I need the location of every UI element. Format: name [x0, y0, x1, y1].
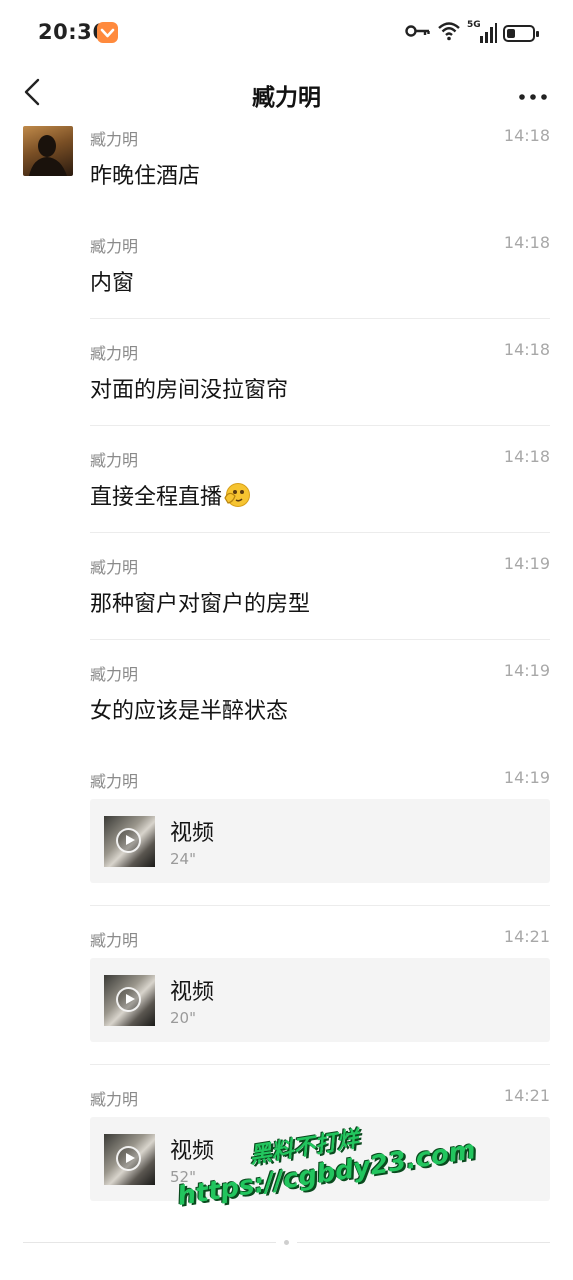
video-thumbnail — [104, 1134, 155, 1185]
message-time: 14:18 — [503, 340, 550, 359]
battery-icon — [503, 24, 539, 42]
status-bar: 20:36 5G — [0, 0, 573, 66]
message-list[interactable]: 臧力明 14:18 昨晚住酒店 臧力明 14:18 内窗 臧力明 14:18 对… — [0, 124, 573, 1280]
bottom-divider — [297, 1242, 550, 1243]
message-sender: 臧力明 — [90, 665, 139, 684]
message-sender: 臧力明 — [90, 931, 139, 950]
message-text: 那种窗户对窗户的房型 — [90, 592, 311, 617]
video-duration: 52" — [170, 1168, 196, 1186]
message-divider — [90, 639, 550, 640]
video-message-card[interactable]: 视频 20" — [90, 958, 550, 1042]
peeking-emoji-icon — [223, 482, 251, 514]
message-text-with-emoji: 直接全程直播 — [90, 479, 251, 514]
message-time: 14:18 — [503, 447, 550, 466]
message-sender: 臧力明 — [90, 130, 139, 149]
more-dots-icon — [519, 85, 547, 104]
message-sender: 臧力明 — [90, 1090, 139, 1109]
wifi-icon — [437, 21, 461, 45]
video-message-card[interactable]: 视频 52" — [90, 1117, 550, 1201]
message-sender: 臧力明 — [90, 344, 139, 363]
video-title: 视频 — [170, 821, 215, 846]
play-icon — [116, 1146, 141, 1171]
battery-level — [507, 28, 515, 38]
message-sender: 臧力明 — [90, 772, 139, 791]
message-time: 14:19 — [503, 768, 550, 787]
message-time: 14:19 — [503, 554, 550, 573]
message-text: 昨晚住酒店 — [90, 164, 201, 189]
video-thumbnail — [104, 975, 155, 1026]
video-title: 视频 — [170, 980, 215, 1005]
video-duration: 20" — [170, 1009, 196, 1027]
bottom-divider — [23, 1242, 276, 1243]
message-divider — [90, 1064, 550, 1065]
message-text: 内窗 — [90, 271, 135, 296]
bottom-dot — [284, 1240, 289, 1245]
play-icon — [116, 987, 141, 1012]
avatar[interactable] — [23, 126, 73, 176]
message-sender: 臧力明 — [90, 237, 139, 256]
video-thumbnail — [104, 816, 155, 867]
page-title: 臧力明 — [252, 85, 321, 111]
message-divider — [90, 318, 550, 319]
signal-icon: 5G — [467, 20, 497, 44]
message-divider — [90, 905, 550, 906]
video-title: 视频 — [170, 1139, 215, 1164]
message-text: 对面的房间没拉窗帘 — [90, 378, 289, 403]
message-text: 直接全程直播 — [90, 485, 223, 510]
message-time: 14:18 — [503, 233, 550, 252]
message-time: 14:21 — [503, 927, 550, 946]
message-sender: 臧力明 — [90, 451, 139, 470]
key-icon — [405, 23, 431, 43]
more-options-button[interactable] — [513, 76, 553, 112]
video-duration: 24" — [170, 850, 196, 868]
video-message-card[interactable]: 视频 24" — [90, 799, 550, 883]
status-icons: 5G — [405, 18, 539, 48]
message-time: 14:18 — [503, 126, 550, 145]
message-time: 14:21 — [503, 1086, 550, 1105]
message-sender: 臧力明 — [90, 558, 139, 577]
message-divider — [90, 532, 550, 533]
play-icon — [116, 828, 141, 853]
app-notification-icon — [97, 22, 118, 43]
chat-header: 臧力明 — [0, 66, 573, 124]
message-divider — [90, 425, 550, 426]
message-text: 女的应该是半醉状态 — [90, 699, 289, 724]
message-time: 14:19 — [503, 661, 550, 680]
